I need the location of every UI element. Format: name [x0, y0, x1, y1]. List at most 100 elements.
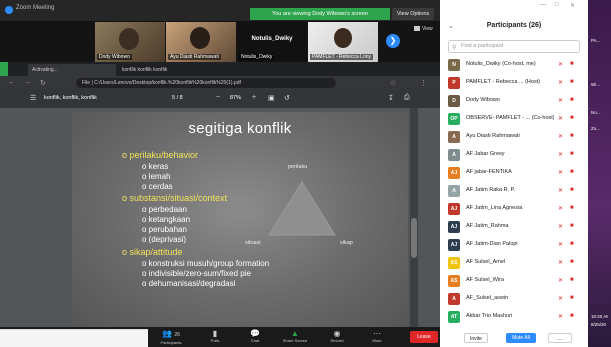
maximize-icon[interactable]: □: [555, 2, 559, 8]
zoom-out-icon[interactable]: −: [216, 94, 220, 101]
polls-icon: ▮: [212, 329, 218, 338]
pdf-title: konflik, konflik, konflik: [44, 95, 97, 101]
reload-icon[interactable]: ↻: [40, 79, 46, 87]
participant-row[interactable]: A AF_Sulsel_aswin ✕ ■: [440, 290, 588, 308]
video-off-icon: ■: [570, 295, 574, 301]
participant-row[interactable]: D Dody Wibowo ✕ ■: [440, 92, 588, 110]
participant-row[interactable]: AJ AF Jatim_Rahma ✕ ■: [440, 218, 588, 236]
participant-row[interactable]: AJ AF Jatim-Dian Palupi ✕ ■: [440, 236, 588, 254]
video-tile-label: PAMFLET - Rebecca Lony: [310, 54, 374, 60]
participants-icon: 👥 26: [162, 329, 180, 338]
participant-row[interactable]: A Ayu Diasti Rahmawati ✕ ■: [440, 128, 588, 146]
browser-tab-active[interactable]: konflik konflik konflik: [118, 64, 206, 76]
triangle-label-left: situasi: [245, 240, 261, 246]
chat-icon: 💬: [250, 329, 260, 338]
avatar: [334, 28, 352, 48]
hamburger-icon[interactable]: ☰: [30, 94, 36, 102]
address-bar[interactable]: File | C:/Users/Lenovo/Desktop/konflik.%…: [76, 78, 336, 88]
desktop-item[interactable]: Wi...: [591, 82, 608, 87]
leave-button[interactable]: Leave: [410, 331, 438, 343]
avatar: OP: [448, 113, 460, 125]
desktop-item[interactable]: No...: [591, 110, 608, 115]
participant-row[interactable]: A AF Jabar Gresy ✕ ■: [440, 146, 588, 164]
mic-muted-icon: ✕: [558, 62, 564, 68]
page-indicator[interactable]: 5 / 8: [172, 95, 183, 101]
chat-button[interactable]: 💬 Chat: [240, 329, 270, 344]
share-screen-button[interactable]: ▲ Share Screen: [280, 329, 310, 344]
rotate-icon[interactable]: ↺: [284, 94, 290, 102]
polls-button[interactable]: ▮ Polls: [200, 329, 230, 344]
mic-muted-icon: ✕: [558, 98, 564, 104]
video-tile-dody[interactable]: Dody Wibowo: [95, 22, 165, 62]
avatar: A: [448, 149, 460, 161]
star-icon[interactable]: ☆: [390, 79, 396, 87]
participant-name: Ayu Diasti Rahmawati: [466, 133, 520, 139]
participant-row[interactable]: AT Akbar Trio Mashuri ✕ ■: [440, 308, 588, 326]
video-tile-notulis[interactable]: Notulis_Dwiky Notulis_Dwiky: [237, 22, 307, 62]
participant-name: AF Jatim Raka R. P.: [466, 187, 516, 193]
participants-label: Participants: [160, 340, 182, 345]
zoom-level[interactable]: 87%: [230, 95, 241, 101]
avatar: AS: [448, 257, 460, 269]
back-icon[interactable]: ←: [8, 79, 15, 86]
fit-page-icon[interactable]: ▣: [268, 94, 275, 102]
find-participant-input[interactable]: Find a participant ⚲: [448, 40, 580, 53]
mic-muted-icon: ✕: [558, 80, 564, 86]
mic-muted-icon: ✕: [558, 224, 564, 230]
slide-title: segitiga konflik: [188, 120, 292, 137]
desktop-item[interactable]: PA...: [591, 38, 608, 43]
invite-button[interactable]: Invite: [464, 333, 488, 343]
video-tile-ayu[interactable]: Ayu Diasti Rahmawati: [166, 22, 236, 62]
minimize-icon[interactable]: —: [540, 2, 546, 8]
slide-item: perbedaan: [142, 205, 187, 214]
avatar: AJ: [448, 221, 460, 233]
forward-icon[interactable]: →: [24, 79, 31, 86]
participant-name: Notulis_Dwiky: [251, 36, 293, 42]
video-off-icon: ■: [570, 313, 574, 319]
participant-row[interactable]: AJ AF Jatim_Lina Agnesia ✕ ■: [440, 200, 588, 218]
desktop-item[interactable]: Zo...: [591, 126, 608, 131]
slide-item: ketangkaan: [142, 215, 190, 224]
participant-row[interactable]: AS AF Sulsel_Amel ✕ ■: [440, 254, 588, 272]
participant-row[interactable]: A AF Jatim Raka R. P. ✕ ■: [440, 182, 588, 200]
video-off-icon: ■: [570, 205, 574, 211]
video-tile-rebecca[interactable]: PAMFLET - Rebecca Lony: [308, 22, 378, 62]
participant-name: AF Jatim-Dian Palupi: [466, 241, 518, 247]
pdf-scrollbar[interactable]: [410, 108, 418, 327]
mute-all-button[interactable]: Mute All: [506, 333, 536, 343]
download-icon[interactable]: ↧: [388, 94, 394, 102]
close-icon[interactable]: ✕: [570, 2, 575, 9]
more-options-button[interactable]: ...: [548, 333, 572, 343]
clock-date: 8/25/20: [591, 322, 607, 327]
participant-row[interactable]: AS AF Sulsel_Wira ✕ ■: [440, 272, 588, 290]
zoom-in-icon[interactable]: +: [252, 94, 256, 101]
avatar: [190, 27, 210, 49]
mic-muted-icon: ✕: [558, 260, 564, 266]
menu-dots-icon[interactable]: ⋮: [420, 79, 427, 87]
share-screen-icon: ▲: [291, 329, 299, 338]
view-button[interactable]: View: [414, 26, 433, 32]
participant-name: PAMFLET - Rebecca ... (Host): [466, 79, 541, 85]
print-icon[interactable]: ⎙: [404, 94, 410, 102]
video-off-icon: ■: [570, 61, 574, 67]
scrollbar-thumb[interactable]: [411, 218, 417, 258]
participant-row[interactable]: AJ AF jabar-FENTIKA ✕ ■: [440, 164, 588, 182]
participant-row[interactable]: OP OBSERVE- PAMFLET - ... (Co-host) ✕ ■: [440, 110, 588, 128]
more-button[interactable]: ⋯ More: [362, 329, 392, 344]
search-icon: ⚲: [452, 45, 457, 51]
video-off-icon: ■: [570, 241, 574, 247]
browser-tab[interactable]: Activating...: [28, 64, 116, 76]
slide-item: dehumanisasi/degradasi: [142, 279, 236, 288]
mic-muted-icon: ✕: [558, 170, 564, 176]
mic-muted-icon: ✕: [558, 278, 564, 284]
participants-button[interactable]: 👥 26 Participants: [156, 329, 186, 346]
participant-row[interactable]: N Notulis_Dwiky (Co-host, me) ✕ ■: [440, 56, 588, 74]
participant-row[interactable]: P PAMFLET - Rebecca ... (Host) ✕ ■: [440, 74, 588, 92]
avatar: AJ: [448, 239, 460, 251]
record-button[interactable]: ◉ Record: [322, 329, 352, 344]
mic-muted-icon: ✕: [558, 152, 564, 158]
next-page-arrow-icon[interactable]: ❯: [386, 34, 400, 48]
grid-icon: [414, 26, 420, 32]
mic-muted-icon: ✕: [558, 314, 564, 320]
view-options-button[interactable]: View Options: [392, 8, 434, 20]
